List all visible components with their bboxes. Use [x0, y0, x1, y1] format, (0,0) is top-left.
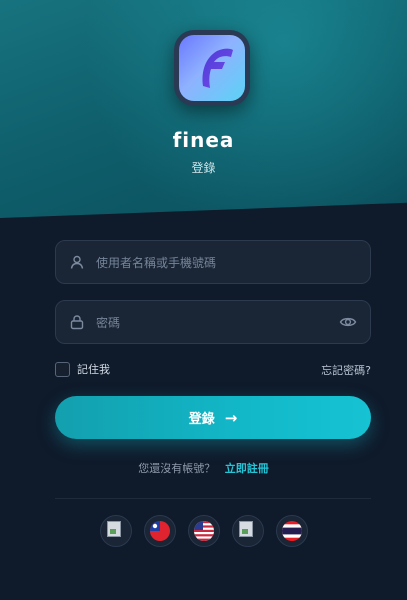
- divider: [55, 498, 371, 499]
- user-icon: [68, 253, 86, 271]
- app-name: finea: [172, 128, 235, 152]
- signup-prompt: 您還沒有帳號？ 立即註冊: [0, 460, 407, 476]
- username-placeholder: 使用者名稱或手機號碼: [96, 255, 217, 270]
- language-option-thailand[interactable]: [275, 515, 308, 547]
- logo-icon: [179, 35, 245, 101]
- page-subtitle: 登錄: [191, 161, 216, 175]
- signup-question: 您還沒有帳號？: [138, 462, 216, 475]
- forgot-password-link[interactable]: 忘記密碼?: [321, 362, 371, 378]
- lock-icon: [68, 313, 86, 331]
- password-field[interactable]: 密碼: [55, 300, 371, 344]
- login-label: 登錄: [188, 412, 215, 427]
- eye-icon[interactable]: [338, 312, 358, 332]
- remember-label: 記住我: [77, 363, 110, 376]
- language-option-1[interactable]: [99, 515, 132, 547]
- us-flag-icon: [193, 521, 214, 541]
- remember-me[interactable]: 記住我: [55, 361, 110, 377]
- broken-image-icon: [106, 521, 121, 537]
- broken-image-icon: [238, 521, 253, 537]
- language-selector: [0, 515, 407, 547]
- taiwan-flag-icon: [149, 521, 170, 541]
- remember-checkbox[interactable]: [55, 361, 70, 377]
- app-logo: [174, 30, 250, 106]
- language-option-us[interactable]: [187, 515, 220, 547]
- thailand-flag-icon: [281, 521, 302, 541]
- username-field[interactable]: 使用者名稱或手機號碼: [55, 240, 371, 284]
- signup-link[interactable]: 立即註冊: [225, 462, 269, 475]
- login-button[interactable]: 登錄 →: [55, 396, 371, 439]
- password-placeholder: 密碼: [96, 315, 121, 330]
- arrow-right-icon: →: [224, 408, 238, 427]
- language-option-taiwan[interactable]: [143, 515, 176, 547]
- language-option-4[interactable]: [231, 515, 264, 547]
